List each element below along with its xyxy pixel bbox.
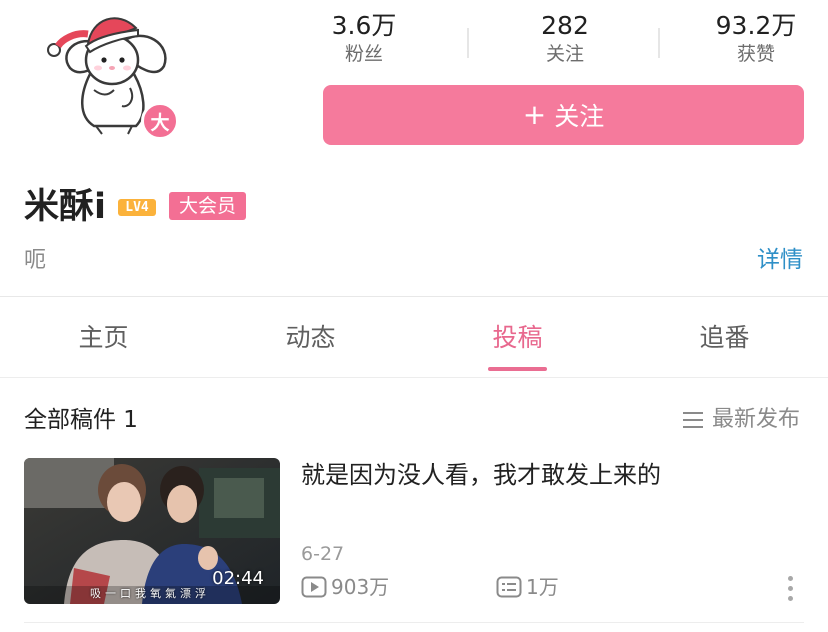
plus-icon: + bbox=[522, 98, 547, 131]
vip-badge[interactable]: 大会员 bbox=[169, 192, 246, 220]
menu-lines-icon bbox=[682, 412, 703, 428]
vip-avatar-badge: 大 bbox=[141, 102, 179, 140]
more-vertical-icon[interactable] bbox=[786, 576, 794, 604]
level-badge: LV4 bbox=[118, 199, 156, 216]
stat-divider bbox=[467, 28, 469, 58]
danmaku-count-value: 1万 bbox=[526, 575, 559, 599]
active-tab-indicator bbox=[488, 367, 547, 371]
stat-divider bbox=[658, 28, 660, 58]
divider bbox=[24, 622, 804, 623]
follow-button[interactable]: + 关注 bbox=[323, 85, 804, 145]
detail-link[interactable]: 详情 bbox=[757, 244, 803, 276]
tab-home[interactable]: 主页 bbox=[0, 297, 207, 375]
danmaku-count: 1万 bbox=[496, 574, 559, 600]
danmaku-icon bbox=[496, 576, 522, 598]
divider bbox=[0, 377, 828, 378]
stat-label: 获赞 bbox=[736, 43, 775, 65]
video-duration: 02:44 bbox=[212, 568, 264, 589]
video-card[interactable]: 吸一口我氧氣漂浮 02:44 就是因为没人看，我才敢发上来的 6-27 903万… bbox=[24, 458, 804, 608]
thumbnail-subtitle: 吸一口我氧氣漂浮 bbox=[90, 587, 210, 600]
play-count: 903万 bbox=[301, 574, 389, 600]
stat-value: 282 bbox=[541, 11, 589, 40]
tab-dynamics[interactable]: 动态 bbox=[207, 297, 414, 375]
play-count-icon bbox=[301, 576, 327, 598]
sort-label: 最新发布 bbox=[711, 407, 800, 432]
follow-button-label: 关注 bbox=[554, 102, 605, 131]
stat-likes[interactable]: 93.2万 获赞 bbox=[681, 10, 828, 66]
stat-label: 关注 bbox=[545, 43, 584, 65]
tab-bangumi[interactable]: 追番 bbox=[621, 297, 828, 375]
stat-value: 93.2万 bbox=[715, 11, 797, 40]
user-bio: 呃 bbox=[24, 248, 47, 273]
user-name: 米酥i bbox=[24, 187, 106, 227]
video-thumbnail[interactable]: 吸一口我氧氣漂浮 02:44 bbox=[24, 458, 280, 604]
video-date: 6-27 bbox=[301, 543, 345, 565]
stat-following[interactable]: 282 关注 bbox=[490, 10, 640, 66]
sort-control[interactable]: 最新发布 bbox=[682, 404, 800, 436]
profile-tabs: 主页 动态 投稿 追番 bbox=[0, 297, 828, 377]
play-count-value: 903万 bbox=[331, 575, 390, 599]
stat-value: 3.6万 bbox=[331, 11, 397, 40]
section-title: 全部稿件 1 bbox=[24, 407, 138, 433]
profile-stats: 3.6万 粉丝 282 关注 93.2万 获赞 bbox=[292, 10, 828, 72]
tab-uploads[interactable]: 投稿 bbox=[414, 297, 621, 375]
stat-label: 粉丝 bbox=[344, 43, 383, 65]
stat-fans[interactable]: 3.6万 粉丝 bbox=[289, 10, 439, 66]
video-title[interactable]: 就是因为没人看，我才敢发上来的 bbox=[301, 458, 661, 492]
